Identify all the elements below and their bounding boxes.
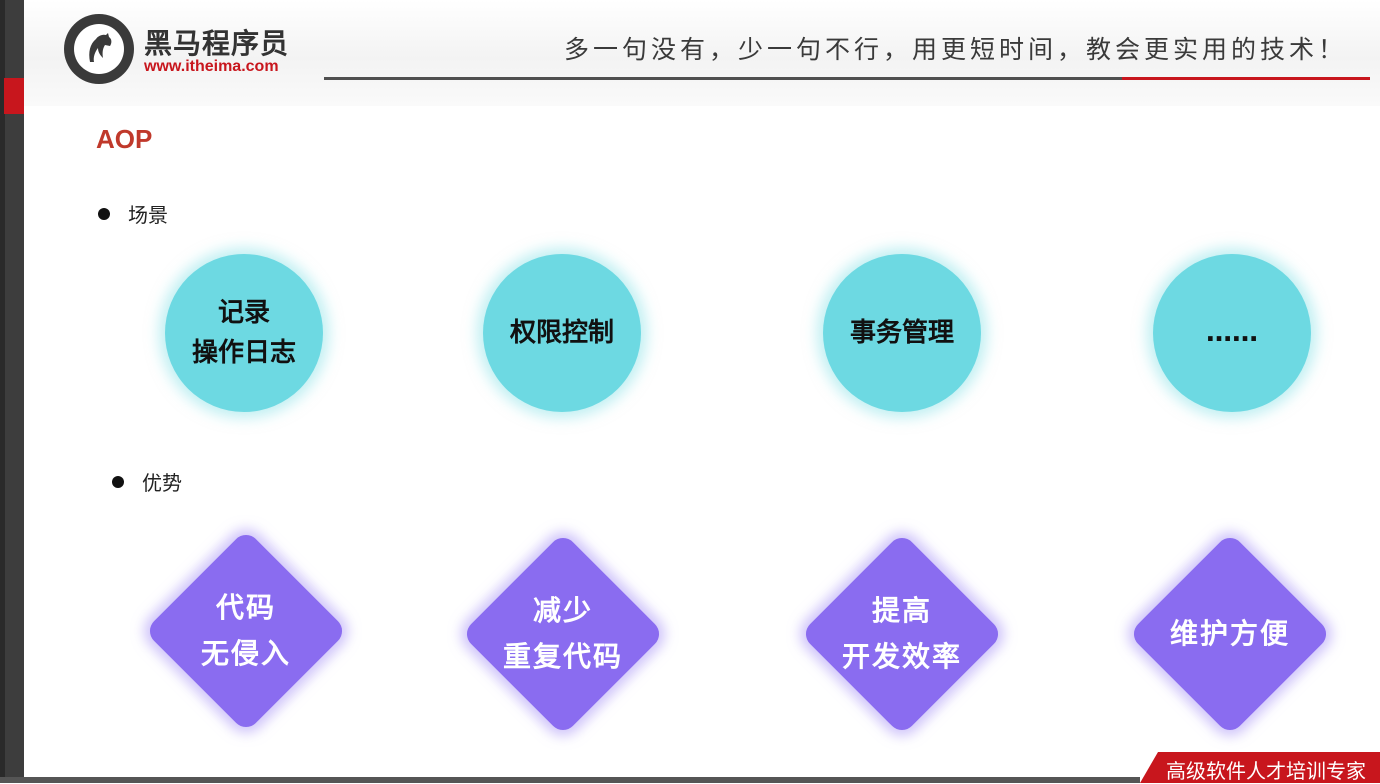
left-strip-edge (0, 0, 5, 783)
advantage-diamond: 代码 无侵入 (136, 521, 356, 741)
scenario-label: 事务管理 (849, 318, 954, 348)
bullet-dot-icon (98, 207, 110, 220)
scenario-label: 记录 操作日志 (191, 298, 296, 368)
bullet-scenarios: 场景 (98, 199, 168, 228)
header-rule-accent (1122, 77, 1370, 80)
bullet-label: 场景 (128, 203, 168, 227)
advantage-label: 维护方便 (1169, 617, 1290, 650)
advantage-label: 减少 重复代码 (502, 594, 623, 673)
advantage-label: 提高 开发效率 (841, 594, 962, 673)
brand-name: 黑马程序员 (144, 27, 290, 60)
scenario-label: …… (1206, 318, 1258, 348)
header-rule (324, 77, 1124, 80)
footer-bar (0, 777, 1140, 783)
left-accent-bar (4, 78, 24, 114)
brand-url: www.itheima.com (144, 58, 279, 75)
bullet-advantages: 优势 (112, 467, 182, 496)
advantage-diamond: 减少 重复代码 (453, 524, 673, 744)
page-header: 黑马程序员 www.itheima.com 多一句没有，少一句不行，用更短时间，… (24, 0, 1380, 106)
scenario-label: 权限控制 (509, 318, 614, 348)
footer-tag-text: 高级软件人才培训专家 (1166, 759, 1366, 783)
scenario-circle: …… (1153, 254, 1311, 412)
bullet-label: 优势 (142, 471, 182, 495)
footer-tag: 高级软件人才培训专家 (1140, 752, 1380, 783)
advantage-label: 代码 无侵入 (200, 591, 291, 670)
scenario-circle: 事务管理 (823, 254, 981, 412)
advantage-diamond: 维护方便 (1120, 524, 1340, 744)
header-slogan: 多一句没有，少一句不行，用更短时间，教会更实用的技术！ (564, 35, 1348, 64)
advantage-diamond: 提高 开发效率 (792, 524, 1012, 744)
bullet-dot-icon (112, 475, 124, 488)
scenario-circle: 记录 操作日志 (165, 254, 323, 412)
horse-logo-icon (64, 14, 134, 84)
page-title: AOP (96, 124, 153, 154)
scenario-circle: 权限控制 (483, 254, 641, 412)
